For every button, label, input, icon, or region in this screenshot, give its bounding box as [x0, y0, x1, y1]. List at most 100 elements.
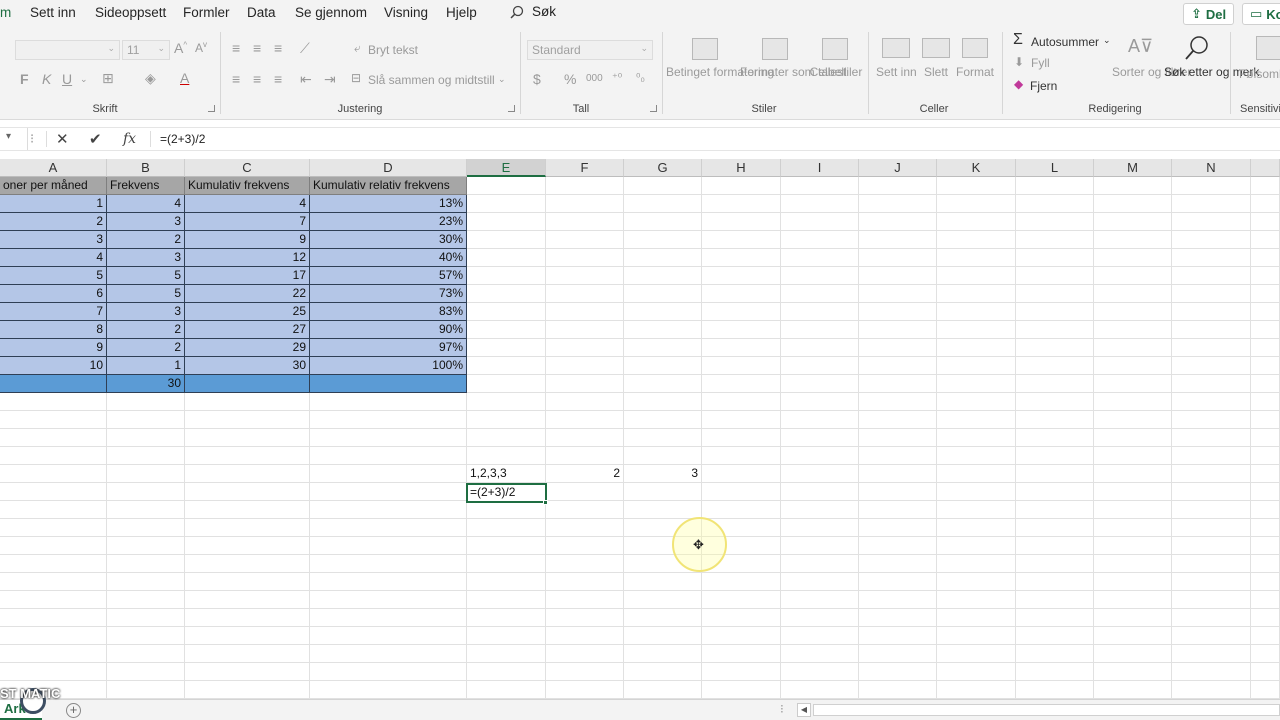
cell[interactable] — [624, 501, 702, 519]
cell[interactable] — [0, 483, 107, 501]
cell[interactable] — [1094, 339, 1172, 357]
column-header-n[interactable]: N — [1172, 159, 1251, 177]
cell[interactable] — [624, 573, 702, 591]
cell[interactable] — [1251, 393, 1280, 411]
cell[interactable] — [1094, 375, 1172, 393]
table-total-cell[interactable] — [0, 375, 107, 393]
cell[interactable] — [1172, 663, 1251, 681]
cell[interactable] — [937, 681, 1016, 699]
cell[interactable] — [185, 411, 310, 429]
cell[interactable] — [937, 609, 1016, 627]
cell[interactable] — [937, 465, 1016, 483]
cell[interactable] — [310, 429, 467, 447]
cell[interactable] — [1172, 303, 1251, 321]
cell[interactable] — [467, 213, 546, 231]
cell[interactable] — [1016, 411, 1094, 429]
chevron-down-icon[interactable]: ⌄ — [1103, 35, 1111, 46]
cell[interactable] — [467, 447, 546, 465]
cell[interactable] — [185, 537, 310, 555]
merge-center-button[interactable]: Slå sammen og midtstill — [368, 73, 495, 87]
cell-styles-button[interactable]: Cellestiler — [806, 65, 866, 80]
cell[interactable] — [310, 555, 467, 573]
table-cell[interactable]: 10 — [0, 357, 107, 375]
cell[interactable] — [702, 285, 781, 303]
cell[interactable] — [1094, 177, 1172, 195]
cell[interactable] — [1251, 267, 1280, 285]
cell[interactable] — [1016, 375, 1094, 393]
align-bottom-icon[interactable]: ≡ — [274, 40, 282, 56]
format-as-table-button[interactable]: Formater som tabell — [740, 65, 847, 80]
cell[interactable] — [467, 501, 546, 519]
cell[interactable] — [1094, 249, 1172, 267]
cell[interactable] — [1094, 537, 1172, 555]
cell[interactable] — [781, 177, 859, 195]
table-header-cell[interactable]: Kumulativ frekvens — [185, 177, 310, 195]
cell[interactable] — [859, 249, 937, 267]
cell[interactable] — [310, 537, 467, 555]
cell[interactable] — [1016, 627, 1094, 645]
cell[interactable] — [624, 231, 702, 249]
cell[interactable] — [546, 303, 624, 321]
cell[interactable] — [546, 645, 624, 663]
cell[interactable] — [185, 429, 310, 447]
cell[interactable] — [1251, 339, 1280, 357]
table-cell[interactable]: 13% — [310, 195, 467, 213]
cell[interactable] — [107, 609, 185, 627]
confirm-entry-icon[interactable]: ✔ — [89, 130, 102, 148]
cell[interactable] — [546, 663, 624, 681]
orientation-icon[interactable]: ⟋ — [300, 40, 310, 57]
cell[interactable] — [1172, 339, 1251, 357]
cell[interactable] — [937, 231, 1016, 249]
cell[interactable] — [781, 645, 859, 663]
cell[interactable] — [859, 645, 937, 663]
cell[interactable] — [1172, 465, 1251, 483]
table-cell[interactable]: 23% — [310, 213, 467, 231]
cell[interactable] — [859, 393, 937, 411]
cell[interactable] — [1016, 339, 1094, 357]
cell[interactable] — [859, 501, 937, 519]
table-cell[interactable]: 5 — [0, 267, 107, 285]
cell[interactable] — [467, 267, 546, 285]
delete-cells-button[interactable]: Slett — [916, 65, 956, 80]
cell[interactable] — [624, 663, 702, 681]
cell[interactable] — [0, 429, 107, 447]
cell[interactable] — [1172, 321, 1251, 339]
table-cell[interactable]: 83% — [310, 303, 467, 321]
cell[interactable] — [185, 591, 310, 609]
cell[interactable] — [859, 591, 937, 609]
cell[interactable] — [702, 465, 781, 483]
cell[interactable] — [1172, 645, 1251, 663]
cell[interactable] — [107, 411, 185, 429]
cell[interactable] — [702, 429, 781, 447]
cell[interactable] — [185, 681, 310, 699]
cell[interactable] — [624, 393, 702, 411]
cell[interactable] — [1251, 213, 1280, 231]
table-cell[interactable]: 29 — [185, 339, 310, 357]
cell[interactable] — [1016, 285, 1094, 303]
cell[interactable] — [937, 357, 1016, 375]
cell[interactable] — [859, 519, 937, 537]
cell[interactable] — [467, 231, 546, 249]
cell[interactable] — [624, 411, 702, 429]
cell[interactable] — [546, 537, 624, 555]
cell[interactable] — [185, 627, 310, 645]
cell[interactable] — [624, 447, 702, 465]
cell[interactable] — [546, 609, 624, 627]
cell[interactable] — [546, 321, 624, 339]
cell[interactable] — [859, 213, 937, 231]
cell[interactable] — [859, 267, 937, 285]
font-color-icon[interactable]: A — [180, 70, 189, 86]
cell[interactable] — [1016, 177, 1094, 195]
comments-button[interactable]: ▭ Ko — [1242, 3, 1280, 25]
cell[interactable] — [781, 375, 859, 393]
cell[interactable] — [859, 303, 937, 321]
align-left-icon[interactable]: ≡ — [232, 71, 240, 87]
cell[interactable] — [937, 501, 1016, 519]
cell[interactable] — [624, 609, 702, 627]
cell[interactable] — [1172, 393, 1251, 411]
cell[interactable] — [781, 681, 859, 699]
table-cell[interactable]: 12 — [185, 249, 310, 267]
cell[interactable] — [546, 501, 624, 519]
cell[interactable] — [937, 303, 1016, 321]
cell[interactable] — [1172, 249, 1251, 267]
